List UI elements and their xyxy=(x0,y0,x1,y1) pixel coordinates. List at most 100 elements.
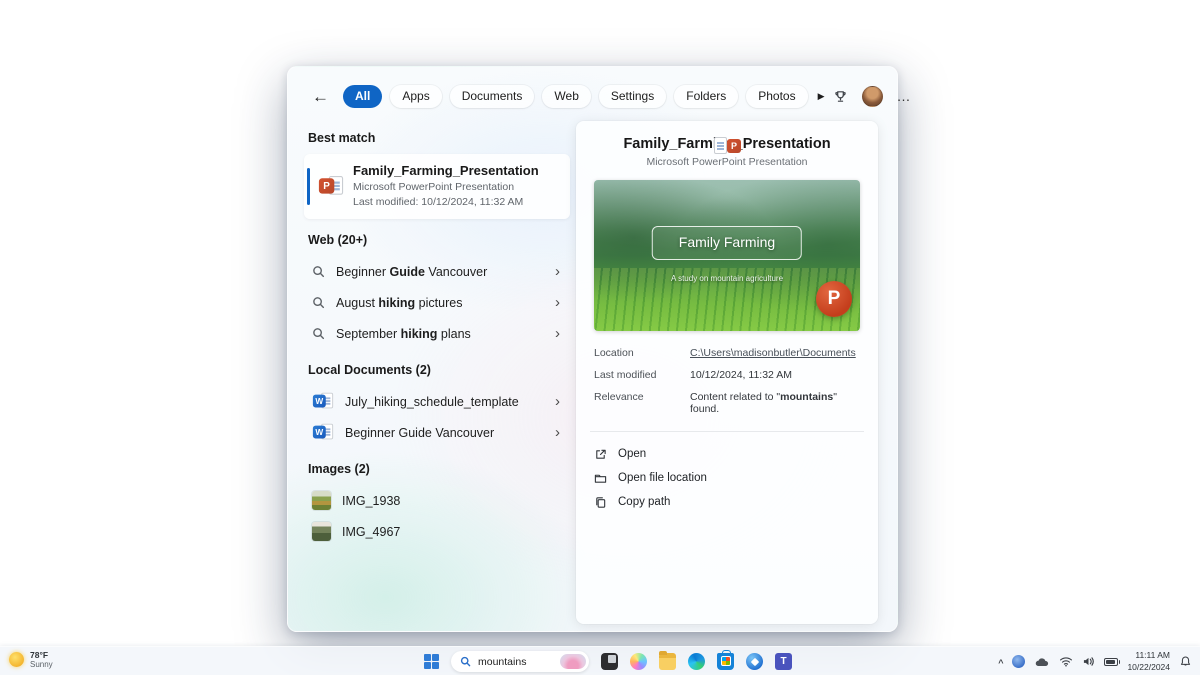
document-result-2[interactable]: W Beginner Guide Vancouver › xyxy=(304,417,570,448)
text-segment: Vancouver xyxy=(425,265,487,279)
system-tray: ^ 11:11 AM 10/22/2024 xyxy=(998,647,1192,675)
search-icon xyxy=(312,265,325,278)
web-result-2[interactable]: August hiking pictures › xyxy=(304,287,570,318)
documents-section-header: Local Documents (2) xyxy=(308,363,570,377)
back-button[interactable]: ← xyxy=(312,88,329,105)
text-segment: Content related to " xyxy=(690,391,780,403)
weather-temp: 78°F xyxy=(30,650,53,660)
text-segment: September xyxy=(336,327,401,341)
search-window: ← All Apps Documents Web Settings Folder… xyxy=(287,66,898,632)
search-window-topbar: ← All Apps Documents Web Settings Folder… xyxy=(288,67,897,113)
open-file-location-action[interactable]: Open file location xyxy=(594,466,860,490)
text-segment: plans xyxy=(437,327,470,341)
notification-bell-icon[interactable] xyxy=(1179,655,1192,668)
copy-path-action[interactable]: Copy path xyxy=(594,490,860,514)
chevron-right-icon[interactable]: › xyxy=(555,326,564,341)
user-avatar[interactable] xyxy=(862,86,883,107)
onedrive-cloud-icon[interactable] xyxy=(1034,656,1050,668)
image-result-label: IMG_4967 xyxy=(342,525,564,539)
weather-condition: Sunny xyxy=(30,660,53,670)
image-thumbnail xyxy=(312,491,331,510)
tab-photos[interactable]: Photos xyxy=(746,85,807,108)
rewards-icon[interactable] xyxy=(833,89,848,104)
images-section-header: Images (2) xyxy=(308,462,570,476)
slide-preview-image[interactable]: Family Farming A study on mountain agric… xyxy=(594,180,860,331)
microsoft-store-icon[interactable] xyxy=(717,653,734,670)
word-file-icon: W xyxy=(313,392,333,411)
tab-overflow-icon[interactable]: ▶ xyxy=(818,91,825,102)
tray-app-icon[interactable] xyxy=(1012,655,1025,668)
taskbar-center: mountains T xyxy=(424,647,792,675)
text-segment-bold: mountains xyxy=(780,391,833,403)
battery-icon[interactable] xyxy=(1104,658,1118,666)
tab-all[interactable]: All xyxy=(343,85,382,108)
volume-icon[interactable] xyxy=(1082,656,1095,667)
search-highlight-image[interactable] xyxy=(560,654,586,669)
file-explorer-icon[interactable] xyxy=(659,653,676,670)
best-match-title: Family_Farming_Presentation xyxy=(353,163,539,178)
search-icon xyxy=(460,656,471,667)
chevron-right-icon[interactable]: › xyxy=(555,295,564,310)
document-result-label: Beginner Guide Vancouver xyxy=(345,426,544,440)
edge-browser-icon[interactable] xyxy=(688,653,705,670)
text-segment: Beginner xyxy=(336,265,390,279)
microsoft-365-icon[interactable] xyxy=(746,653,763,670)
image-result-1[interactable]: IMG_1938 xyxy=(304,485,570,516)
best-match-result[interactable]: P Family_Farming_Presentation Microsoft … xyxy=(304,154,570,219)
meta-label: Location xyxy=(594,347,690,359)
slide-subtitle: A study on mountain agriculture xyxy=(594,274,860,283)
image-result-2[interactable]: IMG_4967 xyxy=(304,516,570,547)
powerpoint-badge-icon: P xyxy=(816,281,852,317)
web-section-header: Web (20+) xyxy=(308,233,570,247)
tab-folders[interactable]: Folders xyxy=(674,85,738,108)
chevron-right-icon[interactable]: › xyxy=(555,394,564,409)
divider xyxy=(590,431,864,432)
chevron-right-icon[interactable]: › xyxy=(555,425,564,440)
file-location-link[interactable]: C:\Users\madisonbutler\Documents xyxy=(690,347,856,359)
text-segment-bold: hiking xyxy=(401,327,438,341)
text-segment-bold: Guide xyxy=(390,265,425,279)
tab-settings[interactable]: Settings xyxy=(599,85,666,108)
document-result-1[interactable]: W July_hiking_schedule_template › xyxy=(304,386,570,417)
action-label: Copy path xyxy=(618,496,670,508)
image-result-label: IMG_1938 xyxy=(342,494,564,508)
taskbar-search-box[interactable]: mountains xyxy=(451,651,589,672)
taskbar-app-icon-dark[interactable] xyxy=(601,653,618,670)
file-metadata: Location C:\Users\madisonbutler\Document… xyxy=(594,347,860,415)
teams-icon[interactable]: T xyxy=(775,653,792,670)
clock-time: 11:11 AM xyxy=(1127,650,1170,661)
web-result-1[interactable]: Beginner Guide Vancouver › xyxy=(304,256,570,287)
text-segment: August xyxy=(336,296,378,310)
chevron-right-icon[interactable]: › xyxy=(555,264,564,279)
copilot-app-icon[interactable] xyxy=(630,653,647,670)
meta-label: Relevance xyxy=(594,391,690,415)
tab-web[interactable]: Web xyxy=(542,85,590,108)
tab-documents[interactable]: Documents xyxy=(450,85,535,108)
document-result-label: July_hiking_schedule_template xyxy=(345,395,544,409)
meta-row-location: Location C:\Users\madisonbutler\Document… xyxy=(594,347,860,359)
web-result-label: September hiking plans xyxy=(336,327,544,341)
wifi-icon[interactable] xyxy=(1059,656,1073,667)
best-match-header: Best match xyxy=(308,131,570,145)
web-result-3[interactable]: September hiking plans › xyxy=(304,318,570,349)
preview-type: Microsoft PowerPoint Presentation xyxy=(594,156,860,168)
tab-apps[interactable]: Apps xyxy=(390,85,441,108)
best-match-modified: Last modified: 10/12/2024, 11:32 AM xyxy=(353,195,539,210)
hidden-icons-chevron[interactable]: ^ xyxy=(998,658,1003,668)
more-options-icon[interactable]: … xyxy=(897,88,912,104)
clock-widget[interactable]: 11:11 AM 10/22/2024 xyxy=(1127,650,1170,672)
clock-date: 10/22/2024 xyxy=(1127,662,1170,673)
preview-panel: P Family_Farming_Presentation Microsoft … xyxy=(576,121,878,624)
preview-header: P Family_Farming_Presentation Microsoft … xyxy=(594,136,860,168)
word-file-icon: W xyxy=(313,423,333,442)
open-action[interactable]: Open xyxy=(594,442,860,466)
sun-icon xyxy=(9,652,24,667)
web-result-label: August hiking pictures xyxy=(336,296,544,310)
meta-row-relevance: Relevance Content related to "mountains"… xyxy=(594,391,860,415)
action-label: Open xyxy=(618,448,646,460)
folder-icon xyxy=(594,472,607,485)
search-icon xyxy=(312,327,325,340)
start-button[interactable] xyxy=(424,654,439,669)
copy-icon xyxy=(594,496,607,509)
weather-widget[interactable]: 78°F Sunny xyxy=(9,650,53,670)
